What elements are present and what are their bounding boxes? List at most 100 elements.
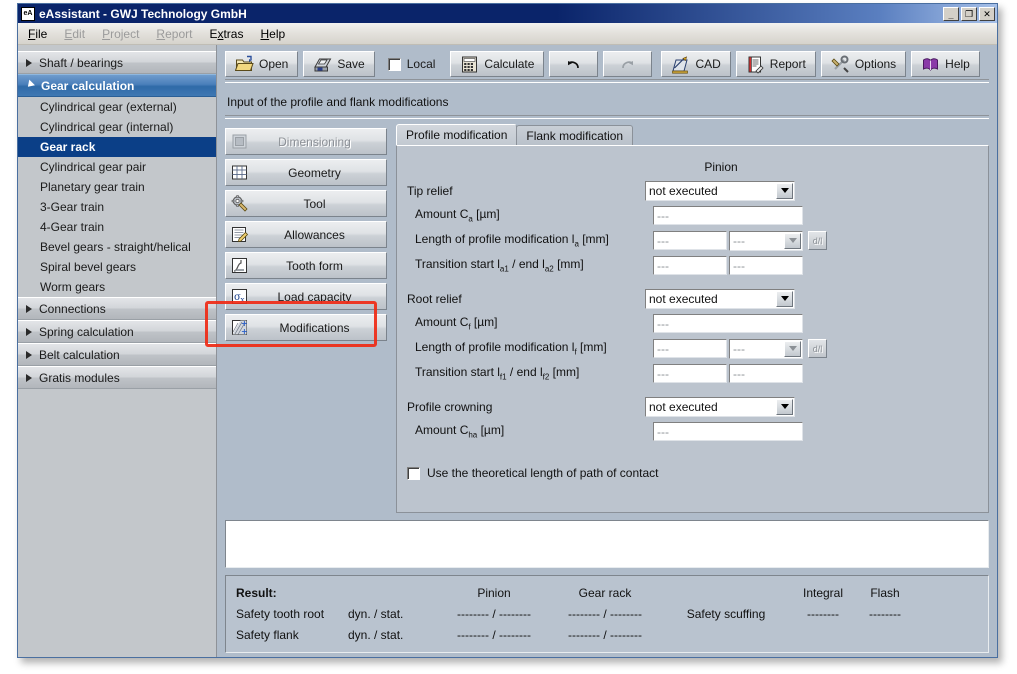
sidebar-group-spring-calculation[interactable]: Spring calculation [18, 320, 216, 343]
local-checkbox[interactable] [388, 58, 401, 71]
row-tip-transition: Transition start la1 / end la2 [mm] --- … [407, 253, 974, 278]
tip-length-input[interactable]: --- [653, 231, 727, 250]
nav-button-modifications[interactable]: ++ Modifications [225, 314, 387, 341]
profile-crowning-select[interactable]: not executed [645, 397, 795, 417]
root-relief-select[interactable]: not executed [645, 289, 795, 309]
options-button[interactable]: Options [821, 51, 906, 77]
tip-transition-start-input[interactable]: --- [653, 256, 727, 275]
sidebar-item-cylindrical-gear-pair[interactable]: Cylindrical gear pair [18, 157, 216, 177]
nav-button-label: Geometry [249, 166, 386, 180]
sidebar-item-worm-gears[interactable]: Worm gears [18, 277, 216, 297]
svg-text:+: + [241, 327, 248, 336]
root-length-select[interactable]: --- [729, 339, 803, 359]
tip-transition-sub2: a2 [545, 265, 554, 274]
tab-profile-modification[interactable]: Profile modification [396, 124, 517, 145]
tip-length-select[interactable]: --- [729, 231, 803, 251]
result-row-gear-rack: -------- / -------- [550, 607, 660, 621]
sidebar-item-cylindrical-gear-internal[interactable]: Cylindrical gear (internal) [18, 117, 216, 137]
tab-label: Profile modification [406, 128, 507, 142]
tip-amount-input[interactable]: --- [653, 206, 803, 225]
sidebar-group-gratis-modules[interactable]: Gratis modules [18, 366, 216, 389]
nav-button-load-capacity[interactable]: σ x Load capacity [225, 283, 387, 310]
sidebar-item-4-gear-train[interactable]: 4-Gear train [18, 217, 216, 237]
calculate-button[interactable]: Calculate [450, 51, 544, 77]
sidebar-item-planetary-gear-train[interactable]: Planetary gear train [18, 177, 216, 197]
root-transition-post: [mm] [549, 365, 579, 379]
tip-transition-mid: / end l [509, 257, 545, 271]
nav-button-allowances[interactable]: Allowances [225, 221, 387, 248]
theoretical-contact-row[interactable]: Use the theoretical length of path of co… [407, 466, 974, 480]
tab-panel-profile-modification: Pinion Tip relief not executed [396, 145, 989, 513]
close-icon: ✕ [980, 8, 994, 20]
nav-button-geometry[interactable]: Geometry [225, 159, 387, 186]
calculate-button-label: Calculate [484, 57, 534, 71]
menu-extras[interactable]: Extras [209, 27, 243, 41]
sidebar-item-bevel-gears[interactable]: Bevel gears - straight/helical [18, 237, 216, 257]
sidebar-item-cylindrical-gear-external[interactable]: Cylindrical gear (external) [18, 97, 216, 117]
nav-button-tooth-form[interactable]: Tooth form [225, 252, 387, 279]
window-body: Shaft / bearings Gear calculation Cylind… [18, 45, 997, 657]
row-root-amount: Amount Cf [µm] --- [407, 311, 974, 336]
help-button[interactable]: Help [911, 51, 980, 77]
crowning-amount-input[interactable]: --- [653, 422, 803, 441]
profile-crowning-label: Profile crowning [407, 400, 645, 414]
root-amount-pre: Amount C [415, 315, 468, 329]
root-amount-input[interactable]: --- [653, 314, 803, 333]
chevron-down-icon[interactable] [776, 183, 793, 199]
open-button[interactable]: Open [225, 51, 298, 77]
root-unit-toggle-button[interactable]: d/l [808, 339, 827, 358]
chevron-down-icon[interactable] [784, 341, 801, 357]
tab-flank-modification[interactable]: Flank modification [516, 125, 633, 145]
geometry-icon [230, 163, 249, 182]
row-tip-length: Length of profile modification la [mm] -… [407, 228, 974, 253]
sidebar-group-connections[interactable]: Connections [18, 297, 216, 320]
root-length-post: [mm] [577, 340, 607, 354]
tip-length-label: Length of profile modification la [mm] [407, 232, 653, 248]
menu-file[interactable]: FFileile [28, 27, 47, 41]
help-button-label: Help [945, 57, 970, 71]
sidebar-group-shaft-bearings[interactable]: Shaft / bearings [18, 51, 216, 74]
sidebar-item-3-gear-train[interactable]: 3-Gear train [18, 197, 216, 217]
result-row-label: Safety flank [236, 628, 348, 642]
tip-amount-label: Amount Ca [µm] [407, 207, 653, 223]
tip-transition-end-input[interactable]: --- [729, 256, 803, 275]
root-transition-end-input[interactable]: --- [729, 364, 803, 383]
crowning-amount-pre: Amount C [415, 423, 468, 437]
save-button-label: Save [337, 57, 364, 71]
undo-button[interactable] [549, 51, 598, 77]
cad-button[interactable]: CAD [661, 51, 730, 77]
root-unit-toggle-label: d/l [813, 344, 823, 354]
save-button[interactable]: Save [303, 51, 374, 77]
tip-relief-select[interactable]: not executed [645, 181, 795, 201]
cad-icon [671, 55, 690, 74]
menu-help[interactable]: Help [260, 27, 285, 41]
maximize-button[interactable]: ❐ [961, 7, 977, 21]
result-row-label: Safety tooth root [236, 607, 348, 621]
root-length-input[interactable]: --- [653, 339, 727, 358]
chevron-down-icon[interactable] [776, 291, 793, 307]
screenshot-root: eA eAssistant - GWJ Technology GmbH _ ❐ … [0, 0, 1017, 674]
chevron-down-icon[interactable] [784, 233, 801, 249]
close-button[interactable]: ✕ [979, 7, 995, 21]
root-transition-sub1: f1 [500, 373, 507, 382]
chevron-right-icon [26, 351, 32, 359]
result-row-gear-rack: -------- / -------- [550, 628, 660, 642]
redo-button[interactable] [603, 51, 652, 77]
sidebar-group-gear-calculation[interactable]: Gear calculation [18, 74, 216, 97]
tip-unit-toggle-button[interactable]: d/l [808, 231, 827, 250]
minimize-button[interactable]: _ [943, 7, 959, 21]
theoretical-contact-checkbox[interactable] [407, 467, 420, 480]
sidebar: Shaft / bearings Gear calculation Cylind… [18, 45, 217, 657]
local-checkbox-wrap[interactable]: Local [384, 57, 440, 71]
sidebar-group-belt-calculation[interactable]: Belt calculation [18, 343, 216, 366]
sidebar-item-label: Cylindrical gear (external) [40, 100, 177, 114]
sidebar-item-gear-rack[interactable]: Gear rack [18, 137, 216, 157]
calculator-icon [460, 55, 479, 74]
root-transition-start-input[interactable]: --- [653, 364, 727, 383]
toolbar-divider [225, 79, 989, 83]
report-button[interactable]: Report [736, 51, 816, 77]
sidebar-item-spiral-bevel-gears[interactable]: Spiral bevel gears [18, 257, 216, 277]
nav-button-dimensioning[interactable]: Dimensioning [225, 128, 387, 155]
nav-button-tool[interactable]: Tool [225, 190, 387, 217]
chevron-down-icon[interactable] [776, 399, 793, 415]
